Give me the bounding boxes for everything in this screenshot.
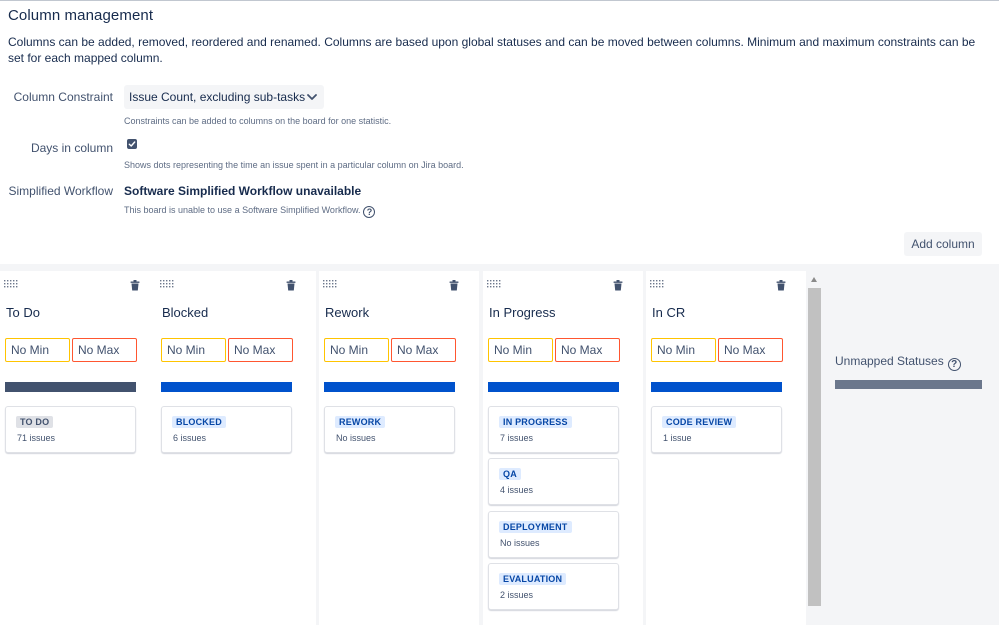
status-issue-count: 6 issues xyxy=(173,433,207,443)
status-card[interactable]: REWORK No issues xyxy=(324,406,455,453)
column-name[interactable]: To Do xyxy=(6,305,40,320)
top-divider xyxy=(0,0,999,1)
column-min-input[interactable]: No Min xyxy=(5,338,70,362)
status-lozenge: BLOCKED xyxy=(172,416,226,428)
page-title: Column management xyxy=(8,7,154,24)
column-status-bar xyxy=(488,382,619,392)
checkmark-icon xyxy=(128,141,136,147)
simplified-workflow-help-text: This board is unable to use a Software S… xyxy=(124,205,361,215)
days-in-column-checkbox[interactable] xyxy=(127,139,137,149)
trash-icon[interactable] xyxy=(286,280,296,291)
column-max-input[interactable]: No Max xyxy=(718,338,783,362)
simplified-workflow-title: Software Simplified Workflow unavailable xyxy=(124,184,362,198)
column-name[interactable]: In CR xyxy=(652,305,685,320)
drag-handle-icon[interactable] xyxy=(650,280,664,288)
column-constraint-value: Issue Count, excluding sub-tasks xyxy=(129,90,306,104)
drag-handle-icon[interactable] xyxy=(4,280,18,288)
column-max-input[interactable]: No Max xyxy=(72,338,137,362)
scrollbar-thumb[interactable] xyxy=(808,288,821,606)
trash-icon[interactable] xyxy=(449,280,459,291)
column-constraint-label: Column Constraint xyxy=(13,90,113,104)
question-circle-icon[interactable]: ? xyxy=(947,358,961,371)
status-lozenge: DEPLOYMENT xyxy=(499,521,572,533)
board-column[interactable]: In CR No Min No Max CODE REVIEW 1 issue xyxy=(646,271,806,625)
status-lozenge: CODE REVIEW xyxy=(662,416,737,428)
status-issue-count: 2 issues xyxy=(500,590,534,600)
status-lozenge: QA xyxy=(499,468,521,480)
chevron-down-icon xyxy=(307,94,317,100)
scroll-up-arrow[interactable] xyxy=(811,277,817,282)
board-column[interactable]: Blocked No Min No Max BLOCKED 6 issues xyxy=(156,271,316,625)
status-issue-count: 71 issues xyxy=(17,433,56,443)
trash-icon[interactable] xyxy=(613,280,623,291)
simplified-workflow-label: Simplified Workflow xyxy=(8,184,113,198)
status-card[interactable]: IN PROGRESS 7 issues xyxy=(488,406,619,453)
drag-handle-icon[interactable] xyxy=(487,280,501,288)
column-constraint-help: Constraints can be added to columns on t… xyxy=(124,116,392,126)
status-card[interactable]: QA 4 issues xyxy=(488,458,619,505)
column-max-input[interactable]: No Max xyxy=(228,338,293,362)
unmapped-statuses-bar xyxy=(835,380,982,389)
column-min-input[interactable]: No Min xyxy=(161,338,226,362)
drag-handle-icon[interactable] xyxy=(160,280,174,288)
status-card[interactable]: TO DO 71 issues xyxy=(5,406,136,453)
column-max-input[interactable]: No Max xyxy=(555,338,620,362)
status-lozenge: EVALUATION xyxy=(499,573,567,585)
column-name[interactable]: Rework xyxy=(325,305,369,320)
page-description: Columns can be added, removed, reordered… xyxy=(8,35,976,65)
question-circle-icon[interactable]: ? xyxy=(363,206,376,218)
board-column[interactable]: To Do No Min No Max TO DO 71 issues xyxy=(0,271,160,625)
status-card[interactable]: DEPLOYMENT No issues xyxy=(488,511,619,558)
status-lozenge: TO DO xyxy=(16,416,54,428)
column-constraint-select[interactable]: Issue Count, excluding sub-tasks xyxy=(124,85,324,109)
days-in-column-help: Shows dots representing the time an issu… xyxy=(124,160,464,170)
column-min-input[interactable]: No Min xyxy=(651,338,716,362)
status-card[interactable]: CODE REVIEW 1 issue xyxy=(651,406,782,453)
column-min-input[interactable]: No Min xyxy=(324,338,389,362)
add-column-button[interactable]: Add column xyxy=(904,232,982,256)
status-card[interactable]: BLOCKED 6 issues xyxy=(161,406,292,453)
status-card[interactable]: EVALUATION 2 issues xyxy=(488,563,619,610)
column-name[interactable]: In Progress xyxy=(489,305,555,320)
status-lozenge: REWORK xyxy=(335,416,386,428)
column-status-bar xyxy=(324,382,455,392)
status-issue-count: No issues xyxy=(336,433,376,443)
board-column[interactable]: Rework No Min No Max REWORK No issues xyxy=(319,271,479,625)
trash-icon[interactable] xyxy=(776,280,786,291)
column-status-bar xyxy=(161,382,292,392)
status-issue-count: No issues xyxy=(500,538,540,548)
board-column[interactable]: In Progress No Min No Max IN PROGRESS 7 issu… xyxy=(483,271,643,625)
column-max-input[interactable]: No Max xyxy=(391,338,456,362)
simplified-workflow-help: This board is unable to use a Software S… xyxy=(124,205,376,218)
unmapped-statuses-title: Unmapped Statuses? xyxy=(835,354,961,371)
status-lozenge: IN PROGRESS xyxy=(499,416,572,428)
column-name[interactable]: Blocked xyxy=(162,305,208,320)
column-status-bar xyxy=(651,382,782,392)
status-issue-count: 1 issue xyxy=(663,433,692,443)
trash-icon[interactable] xyxy=(130,280,140,291)
unmapped-statuses-label: Unmapped Statuses xyxy=(835,354,944,368)
drag-handle-icon[interactable] xyxy=(323,280,337,288)
column-min-input[interactable]: No Min xyxy=(488,338,553,362)
status-issue-count: 7 issues xyxy=(500,433,534,443)
days-in-column-label: Days in column xyxy=(30,141,113,155)
status-issue-count: 4 issues xyxy=(500,485,534,495)
column-status-bar xyxy=(5,382,136,392)
